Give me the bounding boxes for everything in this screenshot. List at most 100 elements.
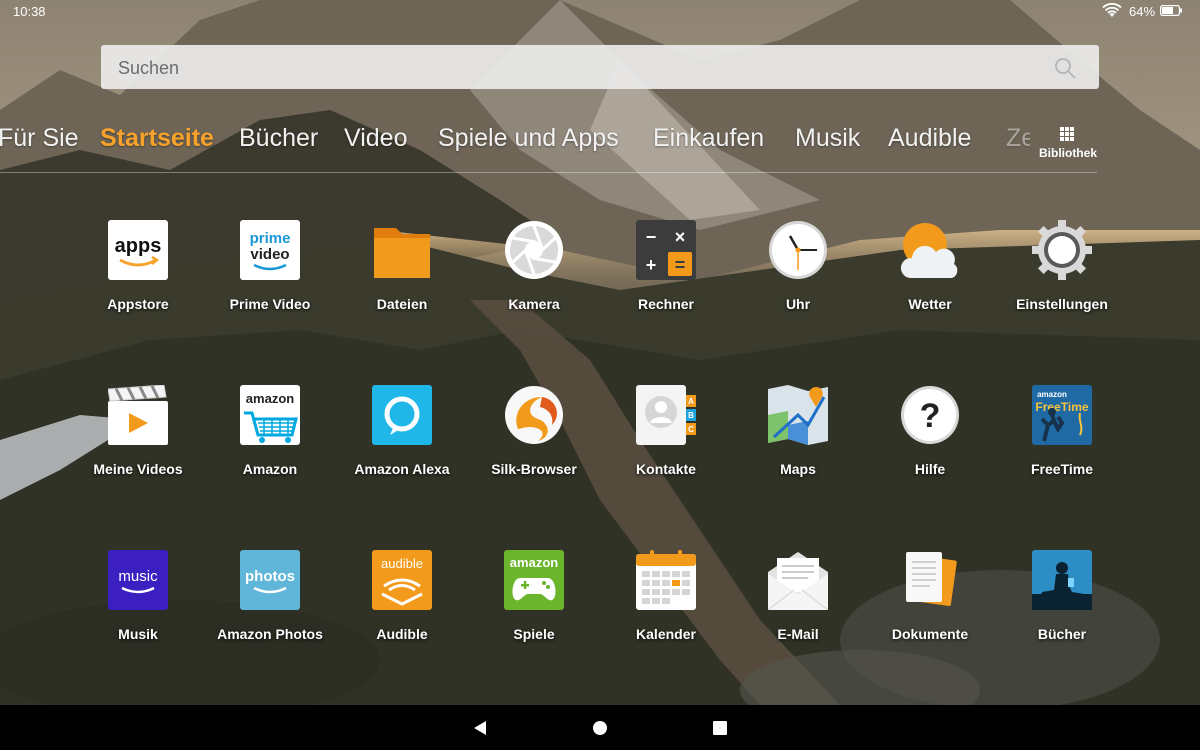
calc-times: × (675, 227, 686, 247)
app-silk-browser[interactable]: Silk-Browser (468, 385, 600, 495)
app-label: Silk-Browser (491, 461, 577, 477)
app-buecher[interactable]: Bücher (996, 550, 1128, 660)
app-label: Spiele (513, 626, 555, 642)
app-maps[interactable]: Maps (732, 385, 864, 495)
contacts-letter-c: C (688, 425, 694, 434)
app-kalender[interactable]: Kalender (600, 550, 732, 660)
battery-icon (1160, 5, 1182, 16)
app-amazon[interactable]: amazon Amazon (204, 385, 336, 495)
tab-startseite[interactable]: Startseite (100, 124, 214, 153)
contacts-icon: A B C (636, 385, 696, 445)
app-musik[interactable]: music Musik (72, 550, 204, 660)
silk-browser-icon (505, 386, 563, 444)
app-rechner[interactable]: − × + = Rechner (600, 220, 732, 330)
prime-video-icon: prime video (240, 220, 300, 280)
tab-musik[interactable]: Musik (795, 124, 860, 153)
library-label: Bibliothek (1038, 146, 1097, 160)
app-einstellungen[interactable]: Einstellungen (996, 220, 1128, 330)
app-label: Rechner (637, 296, 695, 312)
freetime-brand: amazon (1037, 390, 1067, 399)
app-label: Bücher (1037, 626, 1087, 642)
photos-icon-text: photos (245, 568, 295, 585)
freetime-icon: amazon FreeTime (1032, 385, 1092, 445)
help-icon: ? (901, 386, 959, 444)
camera-icon (505, 221, 563, 279)
tab-audible[interactable]: Audible (888, 124, 971, 153)
app-amazon-alexa[interactable]: Amazon Alexa (336, 385, 468, 495)
audible-icon-text: audible (381, 556, 423, 571)
email-icon (768, 552, 828, 610)
search-bar[interactable] (101, 45, 1099, 89)
alexa-icon (372, 385, 432, 445)
calc-minus: − (646, 227, 657, 247)
app-label: Prime Video (229, 296, 311, 312)
calculator-icon: − × + = (636, 220, 696, 280)
app-label: Dokumente (891, 626, 969, 642)
prime-icon-line1: prime (250, 230, 291, 247)
contacts-letter-a: A (688, 397, 694, 406)
app-label: E-Mail (777, 626, 819, 642)
amazon-cart-icon: amazon (240, 385, 300, 445)
app-label: Wetter (908, 296, 952, 312)
calc-plus: + (646, 255, 657, 275)
gear-icon (1032, 220, 1092, 280)
category-tabs: Für Sie Startseite Bücher Video Spiele u… (0, 124, 1030, 164)
status-bar: 10:38 64% (0, 0, 1200, 24)
app-freetime[interactable]: amazon FreeTime FreeTime (996, 385, 1128, 495)
games-icon-text: amazon (510, 555, 558, 570)
contacts-letter-b: B (688, 411, 694, 420)
app-label: Amazon (242, 461, 298, 477)
app-label: Uhr (785, 296, 811, 312)
calc-equals: = (675, 255, 686, 275)
app-kontakte[interactable]: A B C Kontakte (600, 385, 732, 495)
app-label: Kamera (508, 296, 560, 312)
status-time: 10:38 (13, 4, 46, 19)
battery-percent: 64% (1129, 4, 1156, 19)
tab-partial[interactable]: Ze (1006, 124, 1030, 153)
app-prime-video[interactable]: prime video Prime Video (204, 220, 336, 330)
app-hilfe[interactable]: ? Hilfe (864, 385, 996, 495)
app-label: Dateien (376, 296, 428, 312)
search-input[interactable] (116, 56, 1020, 80)
tab-video[interactable]: Video (344, 124, 408, 153)
amazon-photos-icon: photos (240, 550, 300, 610)
app-dateien[interactable]: Dateien (336, 220, 468, 330)
app-label: Kalender (636, 626, 696, 642)
appstore-icon-text: apps (115, 235, 162, 257)
tab-spiele-und-apps[interactable]: Spiele und Apps (438, 124, 619, 153)
app-meine-videos[interactable]: Meine Videos (72, 385, 204, 495)
app-kamera[interactable]: Kamera (468, 220, 600, 330)
app-label: Amazon Alexa (354, 461, 450, 477)
tab-buecher[interactable]: Bücher (239, 124, 318, 153)
amazon-icon-text: amazon (246, 391, 294, 406)
recents-icon[interactable] (711, 719, 729, 737)
app-audible[interactable]: audible Audible (336, 550, 468, 660)
amazon-music-icon: music (108, 550, 168, 610)
app-label: Meine Videos (93, 461, 183, 477)
app-amazon-photos[interactable]: photos Amazon Photos (204, 550, 336, 660)
app-uhr[interactable]: Uhr (732, 220, 864, 330)
app-label: Amazon Photos (217, 626, 323, 642)
search-icon[interactable] (1053, 56, 1077, 80)
calendar-icon (636, 550, 696, 610)
app-label: Hilfe (914, 461, 946, 477)
app-label: Audible (376, 626, 428, 642)
app-dokumente[interactable]: Dokumente (864, 550, 996, 660)
audible-icon: audible (372, 550, 432, 610)
tab-einkaufen[interactable]: Einkaufen (653, 124, 764, 153)
home-icon[interactable] (591, 719, 609, 737)
app-label: Einstellungen (1016, 296, 1108, 312)
video-clapper-icon (108, 385, 168, 445)
weather-icon (900, 223, 958, 278)
back-icon[interactable] (471, 719, 489, 737)
maps-icon (768, 385, 828, 445)
app-e-mail[interactable]: E-Mail (732, 550, 864, 660)
tab-fuer-sie[interactable]: Für Sie (0, 124, 79, 153)
library-button[interactable]: Bibliothek (1031, 124, 1105, 164)
tabs-divider (0, 172, 1097, 173)
app-label: FreeTime (1031, 461, 1093, 477)
app-label: Kontakte (636, 461, 696, 477)
app-spiele[interactable]: amazon Spiele (468, 550, 600, 660)
app-wetter[interactable]: Wetter (864, 220, 996, 330)
app-appstore[interactable]: apps Appstore (72, 220, 204, 330)
